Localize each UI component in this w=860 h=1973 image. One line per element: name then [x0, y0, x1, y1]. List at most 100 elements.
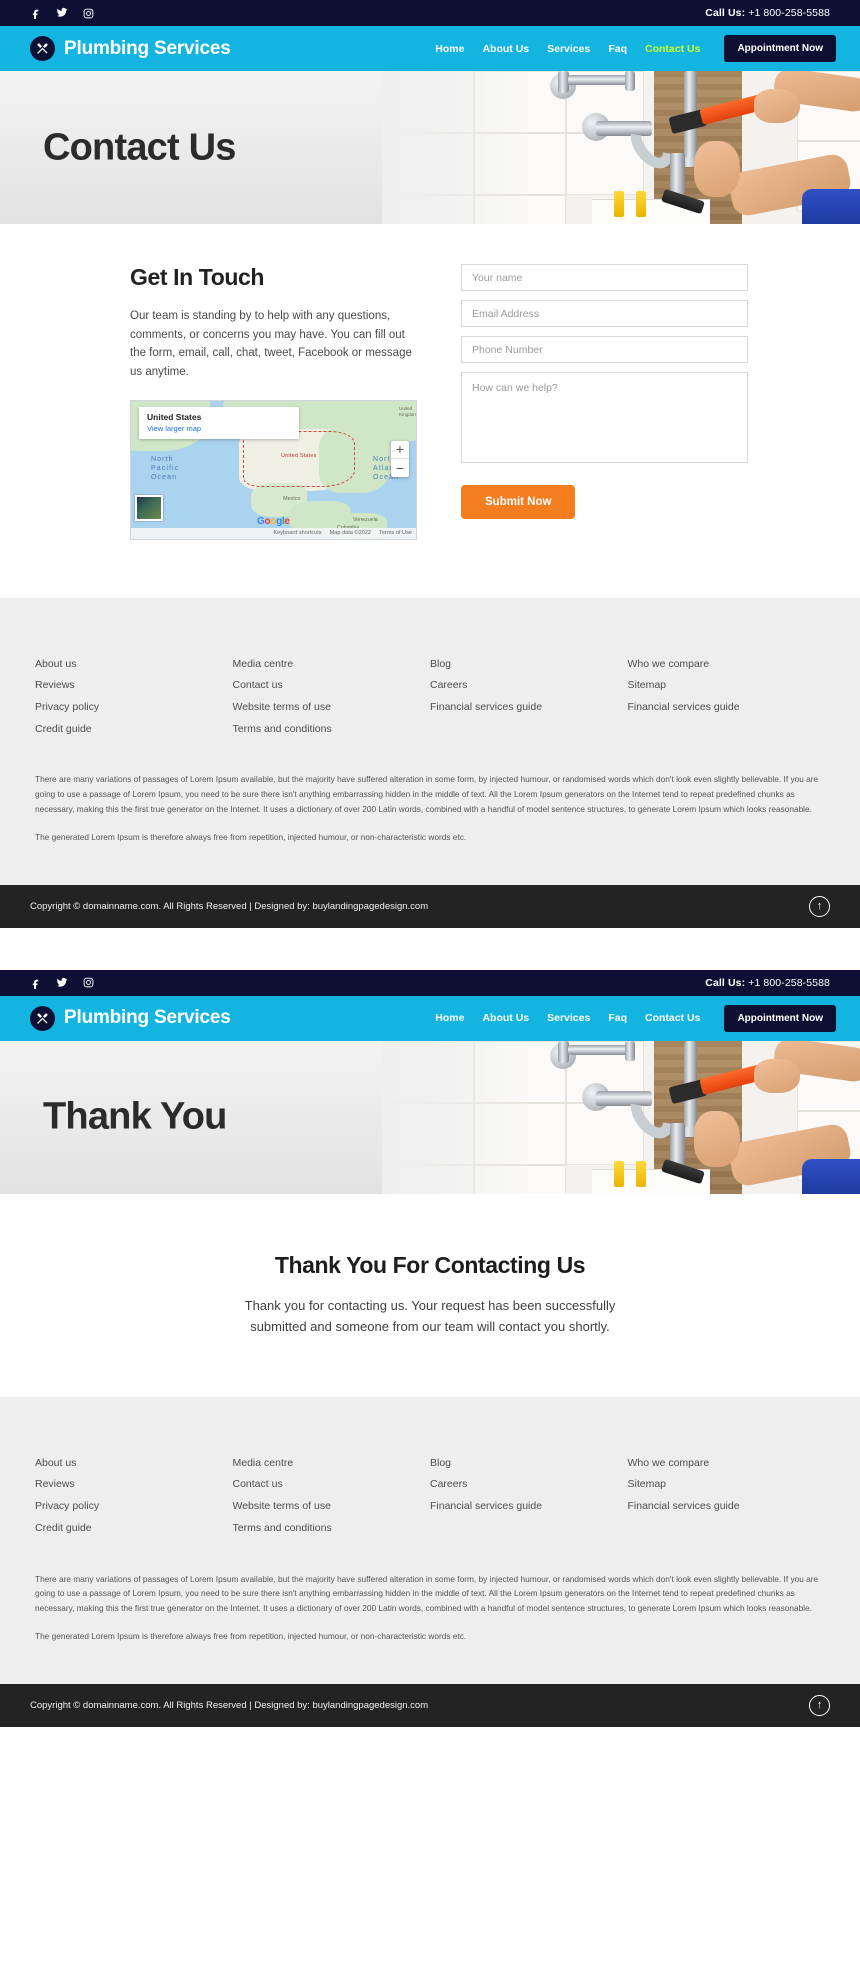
map-satellite-thumbnail[interactable]: [135, 494, 163, 521]
call-us-label: Call Us:: [705, 976, 746, 989]
nav-item-services[interactable]: Services: [547, 43, 590, 55]
main-navbar-2: Plumbing Services Home About Us Services…: [0, 995, 860, 1041]
wrench-cross-icon: [30, 1005, 55, 1031]
footer-link-sitemap[interactable]: Sitemap: [628, 1474, 826, 1496]
phone-input[interactable]: [461, 336, 748, 363]
footer-link-contact-us[interactable]: Contact us: [233, 1474, 431, 1496]
footer-link-careers[interactable]: Careers: [430, 675, 628, 697]
message-textarea[interactable]: [461, 372, 748, 463]
footer-link-terms-conditions[interactable]: Terms and conditions: [233, 719, 431, 741]
footer-link-website-terms[interactable]: Website terms of use: [233, 697, 431, 719]
nav-item-contact-us[interactable]: Contact Us: [645, 1012, 700, 1024]
appointment-now-button[interactable]: Appointment Now: [724, 35, 836, 62]
nav-item-services[interactable]: Services: [547, 1012, 590, 1024]
nav-item-faq[interactable]: Faq: [608, 1012, 627, 1024]
instagram-icon[interactable]: [82, 7, 94, 19]
footer-link-blog[interactable]: Blog: [430, 654, 628, 676]
copyright-bar-2: Copyright © domainname.com. All Rights R…: [0, 1683, 860, 1727]
contact-info-column: Get In Touch Our team is standing by to …: [130, 264, 417, 540]
footer-link-privacy-policy[interactable]: Privacy policy: [35, 1496, 233, 1518]
footer-link-financial-services-guide-2[interactable]: Financial services guide: [628, 1496, 826, 1518]
map-terms-of-use[interactable]: Terms of Use: [379, 530, 412, 536]
phone-number[interactable]: +1 800-258-5588: [748, 977, 830, 989]
footer-link-who-we-compare[interactable]: Who we compare: [628, 654, 826, 676]
hero-banner: Contact Us: [0, 71, 860, 224]
nav-item-about-us[interactable]: About Us: [482, 43, 529, 55]
footer-link-columns: About us Reviews Privacy policy Credit g…: [35, 654, 825, 741]
view-larger-map-link[interactable]: View larger map: [147, 424, 291, 433]
map-label-north-pacific-ocean: North Pacific Ocean: [151, 455, 180, 482]
call-us-label: Call Us:: [705, 7, 746, 19]
footer-link-contact-us[interactable]: Contact us: [233, 675, 431, 697]
footer-link-columns-2: About us Reviews Privacy policy Credit g…: [35, 1453, 825, 1540]
top-bar: Call Us: +1 800-258-5588: [0, 0, 860, 26]
zoom-in-button[interactable]: +: [391, 441, 409, 459]
social-links-2: [30, 977, 94, 989]
get-in-touch-title: Get In Touch: [130, 264, 265, 290]
location-map[interactable]: United States Mexico North Pacific Ocean N…: [130, 399, 417, 540]
nav-item-home[interactable]: Home: [435, 1012, 464, 1024]
footer-column-3: Blog Careers Financial services guide: [430, 654, 628, 741]
footer-link-media-centre[interactable]: Media centre: [233, 654, 431, 676]
social-links: [30, 7, 94, 19]
footer-column-3: Blog Careers Financial services guide: [430, 1453, 628, 1540]
thank-you-copy: Thank you for contacting us. Your reques…: [244, 1297, 616, 1334]
nav-item-faq[interactable]: Faq: [608, 43, 627, 55]
footer-2: About us Reviews Privacy policy Credit g…: [0, 1396, 860, 1684]
footer-link-careers[interactable]: Careers: [430, 1474, 628, 1496]
footer-paragraph-2: The generated Lorem Ipsum is therefore a…: [35, 1630, 467, 1641]
call-us: Call Us: +1 800-258-5588: [705, 7, 830, 19]
footer-link-about-us[interactable]: About us: [35, 654, 233, 676]
arrow-up-circle-icon[interactable]: ↑: [809, 895, 830, 917]
phone-number[interactable]: +1 800-258-5588: [748, 7, 830, 19]
footer-paragraph-2: The generated Lorem Ipsum is therefore a…: [35, 831, 467, 842]
copyright-bar: Copyright © domainname.com. All Rights R…: [0, 884, 860, 928]
facebook-icon[interactable]: [30, 7, 42, 19]
footer-link-credit-guide[interactable]: Credit guide: [35, 719, 233, 741]
get-in-touch-copy: Our team is standing by to help with any…: [130, 310, 412, 378]
brand-2[interactable]: Plumbing Services: [30, 1005, 231, 1031]
footer-link-credit-guide[interactable]: Credit guide: [35, 1518, 233, 1540]
map-keyboard-shortcuts[interactable]: Keyboard shortcuts: [273, 530, 321, 536]
footer-link-financial-services-guide[interactable]: Financial services guide: [430, 1496, 628, 1518]
nav-links: Home About Us Services Faq Contact Us Ap…: [435, 35, 836, 62]
footer-link-media-centre[interactable]: Media centre: [233, 1453, 431, 1475]
footer: About us Reviews Privacy policy Credit g…: [0, 597, 860, 885]
footer-link-reviews[interactable]: Reviews: [35, 675, 233, 697]
name-input[interactable]: [461, 264, 748, 291]
footer-link-financial-services-guide[interactable]: Financial services guide: [430, 697, 628, 719]
arrow-up-circle-icon[interactable]: ↑: [809, 1694, 830, 1716]
facebook-icon[interactable]: [30, 977, 42, 989]
nav-item-contact-us[interactable]: Contact Us: [645, 43, 700, 55]
footer-link-about-us[interactable]: About us: [35, 1453, 233, 1475]
footer-link-who-we-compare[interactable]: Who we compare: [628, 1453, 826, 1475]
zoom-out-button[interactable]: −: [391, 459, 409, 477]
footer-link-privacy-policy[interactable]: Privacy policy: [35, 697, 233, 719]
footer-link-blog[interactable]: Blog: [430, 1453, 628, 1475]
footer-link-financial-services-guide-2[interactable]: Financial services guide: [628, 697, 826, 719]
footer-link-reviews[interactable]: Reviews: [35, 1474, 233, 1496]
map-label-venezuela: Venezuela: [353, 516, 378, 523]
footer-column-1: About us Reviews Privacy policy Credit g…: [35, 654, 233, 741]
nav-item-about-us[interactable]: About Us: [482, 1012, 529, 1024]
twitter-icon[interactable]: [56, 7, 68, 19]
footer-column-4: Who we compare Sitemap Financial service…: [628, 654, 826, 741]
instagram-icon[interactable]: [82, 977, 94, 989]
brand-name: Plumbing Services: [64, 37, 231, 59]
footer-paragraph-1: There are many variations of passages of…: [35, 774, 819, 814]
copyright-text: Copyright © domainname.com. All Rights R…: [30, 900, 429, 912]
footer-link-sitemap[interactable]: Sitemap: [628, 675, 826, 697]
hero-title-2: Thank You: [43, 1095, 227, 1138]
footer-link-terms-conditions[interactable]: Terms and conditions: [233, 1518, 431, 1540]
twitter-icon[interactable]: [56, 977, 68, 989]
appointment-now-button[interactable]: Appointment Now: [724, 1004, 836, 1032]
footer-column-4: Who we compare Sitemap Financial service…: [628, 1453, 826, 1540]
page-separator: [0, 927, 860, 970]
footer-link-website-terms[interactable]: Website terms of use: [233, 1496, 431, 1518]
brand-name: Plumbing Services: [64, 1007, 231, 1028]
nav-item-home[interactable]: Home: [435, 43, 464, 55]
submit-now-button[interactable]: Submit Now: [461, 485, 576, 519]
brand[interactable]: Plumbing Services: [30, 36, 231, 61]
hero-photo: [382, 71, 860, 224]
email-input[interactable]: [461, 300, 748, 327]
